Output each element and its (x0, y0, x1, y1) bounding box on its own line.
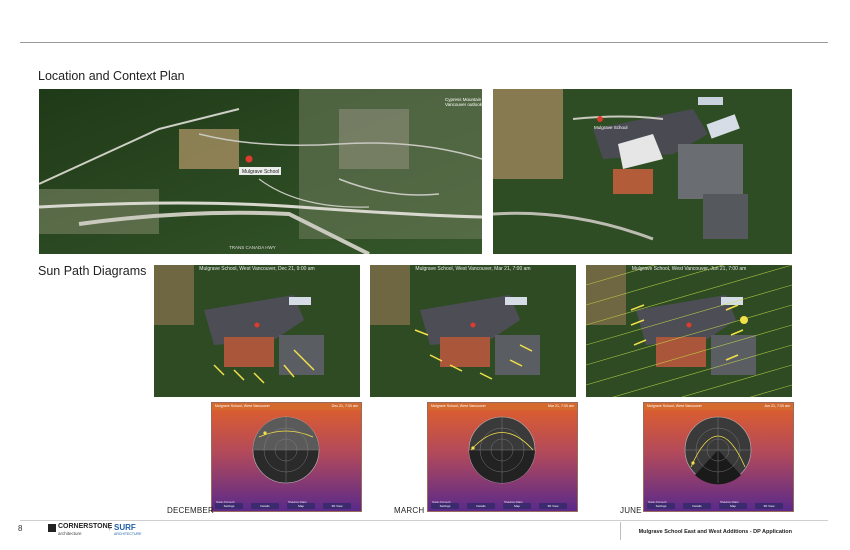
month-label-march: MARCH (394, 506, 425, 515)
location-map-image: Mulgrave School Cypress Mountain Vancouv… (39, 89, 482, 254)
card-header: Mulgrave School, West Vancouver Jun 21, … (644, 403, 793, 410)
map-highway-label: TRANS CANADA HWY (229, 245, 276, 250)
sun-chart-card-december: Mulgrave School, West Vancouver Dec 21, … (211, 402, 362, 512)
3d-view-button[interactable]: 3D View (323, 503, 351, 509)
map-button[interactable]: Map (503, 503, 531, 509)
logo-divider: + (108, 527, 112, 533)
sun-chart-card-june: Mulgrave School, West Vancouver Jun 21, … (643, 402, 794, 512)
settings-button[interactable]: Settings (647, 503, 675, 509)
3d-view-button[interactable]: 3D View (539, 503, 567, 509)
top-rule (20, 42, 828, 43)
details-button[interactable]: Details (251, 503, 279, 509)
sun-photo-march: Mulgrave School, West Vancouver, Mar 21,… (370, 265, 576, 397)
page-number: 8 (18, 524, 23, 533)
sun-path-dial-december (252, 416, 320, 484)
month-label-december: DECEMBER (167, 506, 214, 515)
month-label-june: JUNE (620, 506, 642, 515)
project-title: Mulgrave School East and West Additions … (638, 529, 792, 535)
map-school-label: Mulgrave School (242, 169, 279, 175)
sun-photo-june: Mulgrave School, West Vancouver, Jun 21,… (586, 265, 792, 397)
sun-photo-december: Mulgrave School, West Vancouver, Dec 21,… (154, 265, 360, 397)
location-title: Location and Context Plan (38, 69, 185, 83)
details-button[interactable]: Details (467, 503, 495, 509)
settings-button[interactable]: Settings (431, 503, 459, 509)
svg-text:Vancouver outlook: Vancouver outlook (445, 102, 482, 107)
details-button[interactable]: Details (683, 503, 711, 509)
sun-chart-card-march: Mulgrave School, West Vancouver Mar 21, … (427, 402, 578, 512)
card-header: Mulgrave School, West Vancouver Dec 21, … (212, 403, 361, 410)
sunpath-title: Sun Path Diagrams (38, 264, 147, 278)
card-header: Mulgrave School, West Vancouver Mar 21, … (428, 403, 577, 410)
sun-caption-june: Mulgrave School, West Vancouver, Jun 21,… (631, 266, 747, 272)
sun-caption-december: Mulgrave School, West Vancouver, Dec 21,… (199, 266, 315, 272)
sun-path-dial-june (684, 416, 752, 485)
settings-button[interactable]: Settings (215, 503, 243, 509)
footer-divider (620, 522, 621, 540)
map-button[interactable]: Map (287, 503, 315, 509)
aerial-school-label: Mulgrave School (594, 125, 628, 130)
map-button[interactable]: Map (719, 503, 747, 509)
sun-caption-march: Mulgrave School, West Vancouver, Mar 21,… (415, 266, 531, 272)
footer-rule (20, 520, 828, 521)
aerial-site-image: Mulgrave School (493, 89, 792, 254)
sun-path-dial-march (468, 416, 536, 484)
3d-view-button[interactable]: 3D View (755, 503, 783, 509)
